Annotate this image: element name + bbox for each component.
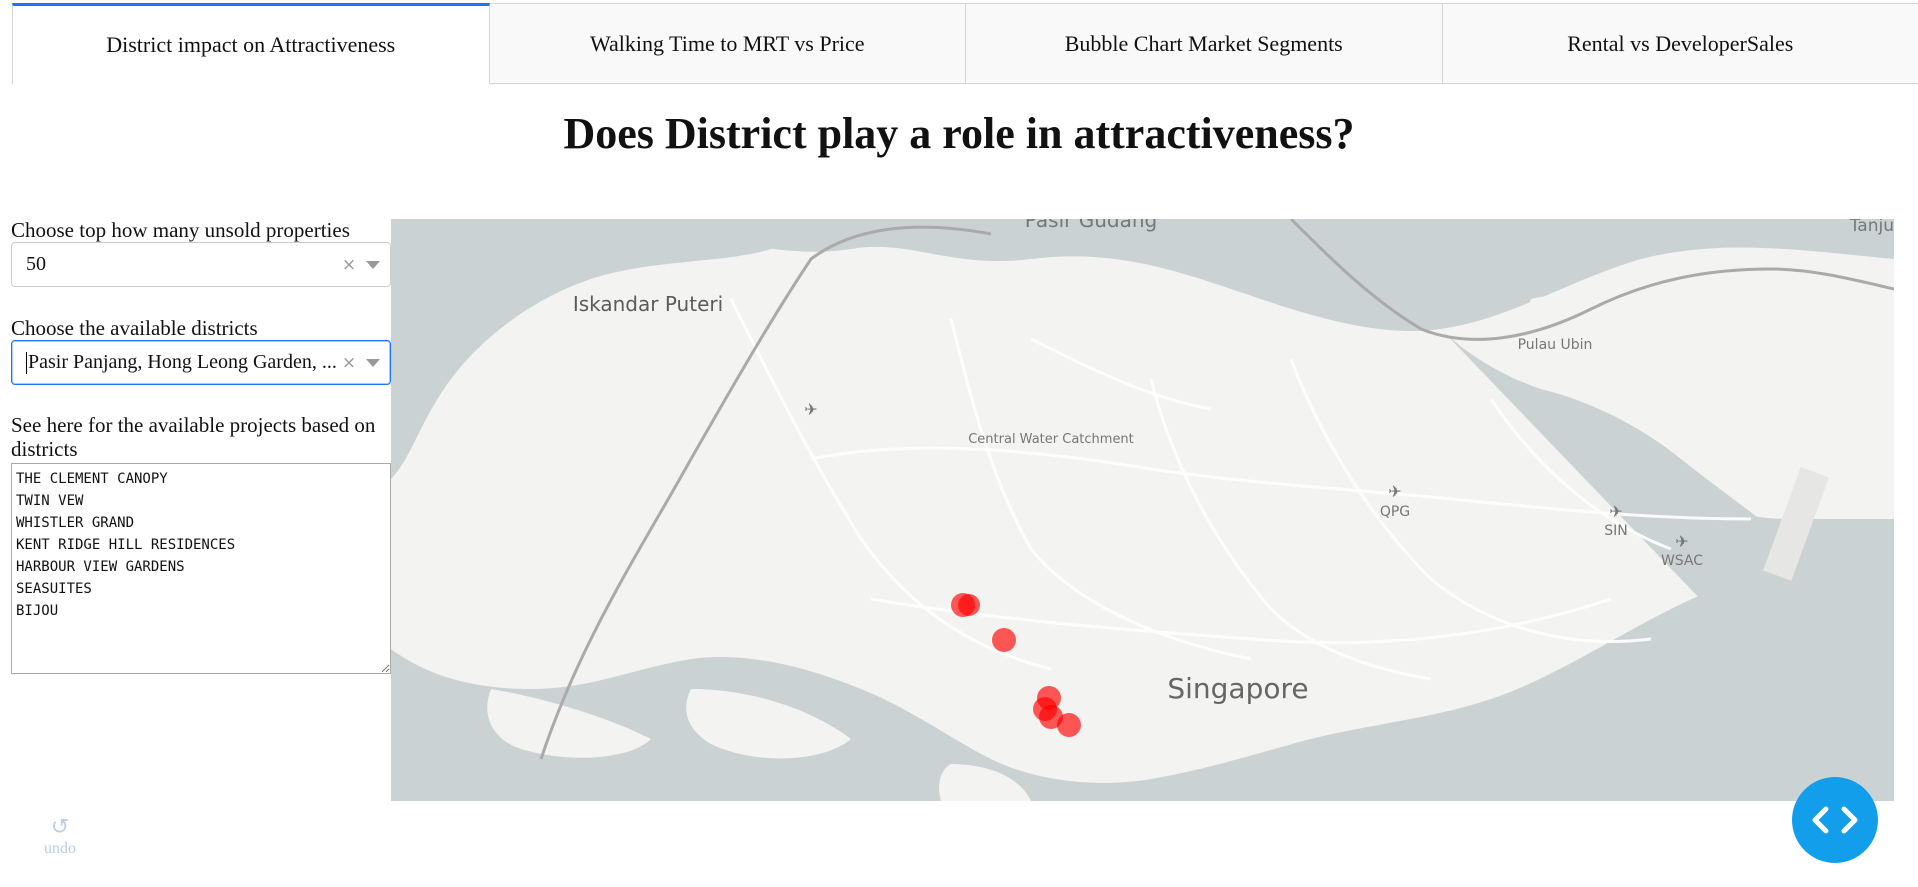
airport-icon: ✈ — [1609, 502, 1622, 521]
airport-icon: ✈ — [1675, 532, 1688, 551]
tab-bubble-chart[interactable]: Bubble Chart Market Segments — [966, 3, 1443, 84]
label-pasir-gudang: Pasir Gudang — [1025, 219, 1157, 232]
district-map[interactable]: Pasir Gudang Tanju Iskandar Puteri Pulau… — [391, 219, 1894, 801]
district-value: Pasir Panjang, Hong Leong Garden, ... — [26, 350, 338, 375]
project-marker[interactable] — [1057, 713, 1081, 737]
devtools-button[interactable] — [1792, 777, 1878, 863]
label-iskandar-puteri: Iskandar Puteri — [573, 292, 723, 316]
tab-rental-vs-developer[interactable]: Rental vs DeveloperSales — [1442, 3, 1918, 84]
district-label: Choose the available districts — [11, 316, 258, 340]
label-pulau-ubin: Pulau Ubin — [1518, 337, 1593, 353]
label-tanju: Tanju — [1849, 219, 1894, 236]
code-brackets-icon — [1812, 806, 1858, 834]
projects-textarea[interactable]: THE CLEMENT CANOPY TWIN VEW WHISTLER GRA… — [11, 463, 391, 674]
district-dropdown[interactable]: Pasir Panjang, Hong Leong Garden, ... × — [11, 340, 391, 385]
undo-label: undo — [44, 840, 76, 857]
text-caret — [26, 352, 27, 375]
projects-label: See here for the available projects base… — [11, 413, 376, 461]
top-count-dropdown[interactable]: 50 × — [11, 242, 391, 287]
project-marker[interactable] — [992, 628, 1016, 652]
tab-bar: District impact on Attractiveness Walkin… — [12, 3, 1918, 84]
label-sin: SIN — [1604, 523, 1628, 539]
top-count-label: Choose top how many unsold properties — [11, 218, 350, 242]
page-title: Does District play a role in attractiven… — [563, 109, 1355, 158]
tab-district-impact[interactable]: District impact on Attractiveness — [12, 3, 490, 84]
project-marker[interactable] — [958, 594, 980, 616]
label-singapore: Singapore — [1167, 672, 1308, 705]
airport-icon: ✈ — [804, 400, 817, 419]
label-qpg: QPG — [1380, 504, 1410, 520]
clear-icon[interactable]: × — [338, 255, 360, 275]
clear-icon[interactable]: × — [338, 353, 360, 373]
top-count-value: 50 — [26, 253, 46, 275]
label-wsac: WSAC — [1661, 553, 1703, 569]
chevron-down-icon[interactable] — [366, 358, 380, 367]
district-value-text: Pasir Panjang, Hong Leong Garden, ... — [28, 350, 337, 373]
tab-walking-time[interactable]: Walking Time to MRT vs Price — [489, 3, 966, 84]
undo-button[interactable]: ↺ undo — [40, 815, 80, 858]
label-central-water-catchment: Central Water Catchment — [968, 432, 1134, 447]
chevron-down-icon[interactable] — [366, 260, 380, 269]
undo-icon: ↺ — [50, 815, 70, 840]
airport-icon: ✈ — [1388, 482, 1401, 501]
